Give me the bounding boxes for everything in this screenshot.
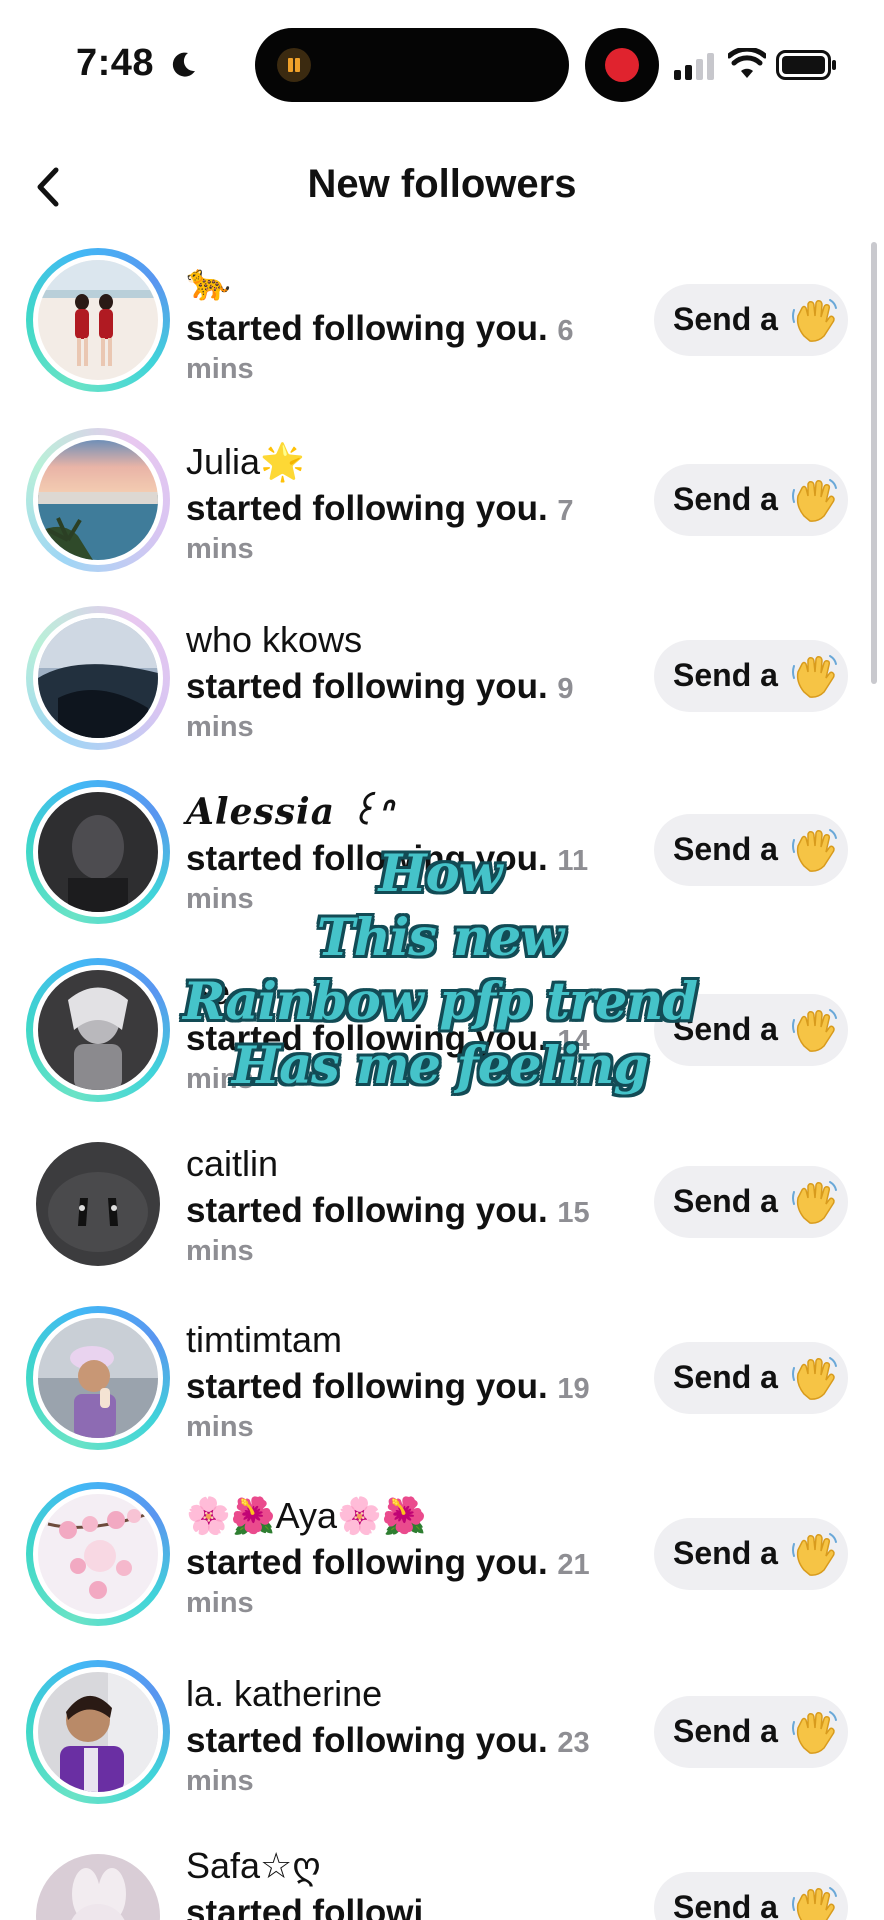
time-unit: mins	[186, 353, 254, 385]
waving-hand-icon	[792, 655, 837, 699]
username[interactable]: Safa☆ღ	[186, 1844, 626, 1888]
avatar-photo	[38, 260, 158, 380]
wifi-icon	[728, 48, 766, 78]
time-unit: mins	[186, 1235, 254, 1267]
time-ago: 15	[557, 1197, 590, 1229]
waving-hand-icon	[792, 479, 837, 523]
time-ago: 21	[557, 1549, 590, 1581]
avatar-photo	[36, 1854, 160, 1920]
send-wave-button[interactable]: Send a	[654, 1166, 848, 1238]
caption-line: Has me feeling	[231, 1036, 649, 1096]
send-wave-label: Send a	[673, 1359, 778, 1395]
username[interactable]: Julia🌟	[186, 440, 626, 484]
time-ago: 9	[557, 673, 574, 705]
cellular-signal-icon	[674, 53, 714, 80]
time-unit: mins	[186, 1587, 254, 1619]
waving-hand-icon	[792, 1009, 837, 1053]
waving-hand-icon	[792, 1533, 837, 1577]
avatar[interactable]	[26, 1660, 170, 1804]
caption-line: How	[378, 844, 502, 904]
avatar-photo	[38, 1672, 158, 1792]
list-item[interactable]: Julia🌟 started following you. 7 mins Sen…	[0, 428, 870, 603]
avatar[interactable]	[26, 248, 170, 392]
send-wave-button[interactable]: Send a	[654, 1518, 848, 1590]
avatar-photo	[38, 618, 158, 738]
time-ago: 7	[557, 495, 574, 527]
send-wave-button[interactable]: Send a	[654, 1696, 848, 1768]
send-wave-label: Send a	[673, 1535, 778, 1571]
waving-hand-icon	[792, 829, 837, 873]
avatar-photo	[38, 1318, 158, 1438]
waving-hand-icon	[792, 1711, 837, 1755]
status-bar: 7:48	[0, 0, 884, 130]
header: New followers	[0, 140, 884, 230]
waving-hand-icon	[792, 1887, 837, 1920]
list-item[interactable]: la. katherine started following you. 23 …	[0, 1660, 870, 1835]
avatar[interactable]	[26, 1844, 170, 1920]
status-time: 7:48	[76, 42, 155, 84]
overlay-caption: How This new Rainbow pfp trend Has me fe…	[140, 842, 740, 1098]
send-wave-label: Send a	[673, 1183, 778, 1219]
avatar[interactable]	[26, 1306, 170, 1450]
username[interactable]: caitlin	[186, 1142, 626, 1186]
time-unit: mins	[186, 711, 254, 743]
send-wave-button[interactable]: Send a	[654, 640, 848, 712]
list-item[interactable]: caitlin started following you. 15 mins S…	[0, 1132, 870, 1307]
send-wave-button[interactable]: Send a	[654, 1872, 848, 1920]
send-wave-label: Send a	[673, 481, 778, 517]
caption-line: Rainbow pfp trend	[182, 972, 698, 1032]
avatar[interactable]	[26, 606, 170, 750]
time-unit: mins	[186, 1411, 254, 1443]
send-wave-label: Send a	[673, 657, 778, 693]
avatar-photo	[38, 1494, 158, 1614]
avatar[interactable]	[26, 1132, 170, 1276]
action-text: started followi	[186, 1893, 424, 1920]
caption-line: This new	[316, 908, 564, 968]
new-followers-screen: 7:48 New followers 🐆 started following y…	[0, 0, 884, 1920]
username[interactable]: Alessia ꒰ᐢ	[186, 790, 626, 834]
avatar-photo	[36, 1142, 160, 1266]
action-text: started following you.	[186, 1191, 548, 1230]
moon-icon	[172, 52, 195, 77]
action-text: started following you.	[186, 489, 548, 528]
action-text: started following you.	[186, 1721, 548, 1760]
list-item[interactable]: who kkows started following you. 9 mins …	[0, 606, 870, 781]
action-text: started following you.	[186, 1543, 548, 1582]
username[interactable]: 🐆	[186, 260, 626, 304]
battery-icon	[776, 50, 836, 80]
scroll-indicator[interactable]	[871, 242, 877, 684]
username[interactable]: timtimtam	[186, 1318, 626, 1362]
avatar[interactable]	[26, 428, 170, 572]
time-ago: 19	[557, 1373, 590, 1405]
avatar[interactable]	[26, 1482, 170, 1626]
time-ago: 23	[557, 1727, 590, 1759]
list-item[interactable]: 🐆 started following you. 6 mins Send a	[0, 248, 870, 423]
dynamic-island	[255, 28, 569, 102]
waving-hand-icon	[792, 1357, 837, 1401]
action-text: started following you.	[186, 667, 548, 706]
page-title: New followers	[307, 162, 577, 206]
action-text: started following you.	[186, 309, 548, 348]
pause-icon	[277, 48, 311, 82]
waving-hand-icon	[792, 299, 837, 343]
list-item[interactable]: timtimtam started following you. 19 mins…	[0, 1306, 870, 1481]
action-text: started following you.	[186, 1367, 548, 1406]
time-unit: mins	[186, 1765, 254, 1797]
username[interactable]: who kkows	[186, 618, 626, 662]
send-wave-label: Send a	[673, 1889, 778, 1920]
time-unit: mins	[186, 533, 254, 565]
recording-indicator-icon	[585, 28, 659, 102]
username[interactable]: la. katherine	[186, 1672, 626, 1716]
list-item[interactable]: 🌸🌺Aya🌸🌺 started following you. 21 mins S…	[0, 1482, 870, 1657]
time-ago: 6	[557, 315, 574, 347]
send-wave-button[interactable]: Send a	[654, 1342, 848, 1414]
username[interactable]: 🌸🌺Aya🌸🌺	[186, 1494, 626, 1538]
send-wave-button[interactable]: Send a	[654, 284, 848, 356]
list-item[interactable]: Safa☆ღ started followi Send a	[0, 1840, 870, 1920]
send-wave-button[interactable]: Send a	[654, 464, 848, 536]
waving-hand-icon	[792, 1181, 837, 1225]
send-wave-label: Send a	[673, 1713, 778, 1749]
send-wave-label: Send a	[673, 301, 778, 337]
avatar-photo	[38, 440, 158, 560]
